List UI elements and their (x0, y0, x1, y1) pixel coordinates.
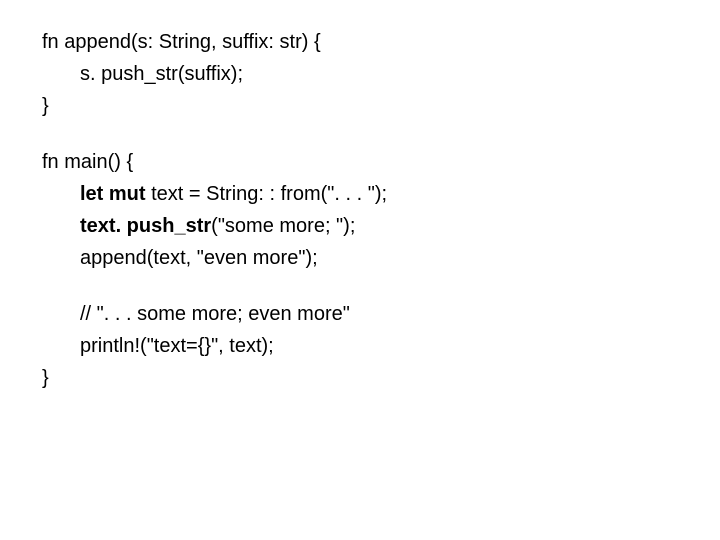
code-block: fn append(s: String, suffix: str) { s. p… (42, 32, 720, 388)
code-line: let mut text = String: : from(". . . "); (42, 184, 720, 204)
code-line: } (42, 96, 720, 116)
code-line: s. push_str(suffix); (42, 64, 720, 84)
keyword: let mut (80, 183, 151, 205)
method-call: text. push_str (80, 215, 211, 237)
code-line: text. push_str("some more; "); (42, 216, 720, 236)
code-comment: // ". . . some more; even more" (42, 304, 720, 324)
code-line: } (42, 368, 720, 388)
code-text: text = String: : from(". . . "); (151, 183, 387, 205)
code-line: append(text, "even more"); (42, 248, 720, 268)
blank-line (42, 128, 720, 152)
code-line: println!("text={}", text); (42, 336, 720, 356)
code-line: fn main() { (42, 152, 720, 172)
code-text: ("some more; "); (211, 215, 355, 237)
blank-line (42, 280, 720, 304)
code-line: fn append(s: String, suffix: str) { (42, 32, 720, 52)
